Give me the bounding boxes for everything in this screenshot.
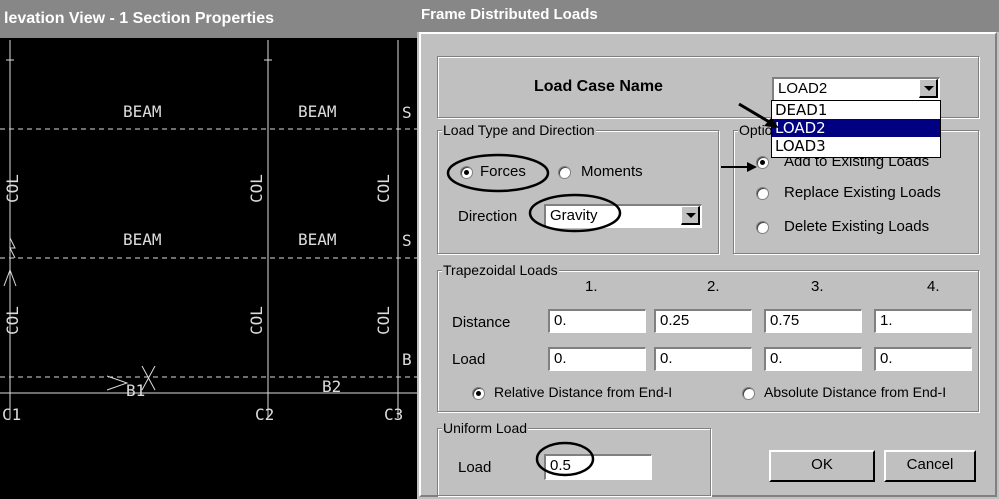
load-type-group: Load Type and Direction Forces Moments D… <box>437 122 719 254</box>
trapezoidal-loads-title: Trapezoidal Loads <box>442 262 559 278</box>
load-field-1[interactable]: 0. <box>548 347 646 371</box>
load-field-3[interactable]: 0. <box>764 347 862 371</box>
distance-field-2[interactable]: 0.25 <box>654 309 752 333</box>
direction-value: Gravity <box>550 207 598 224</box>
absolute-distance-radio[interactable] <box>742 387 755 400</box>
elevation-view-title: levation View - 1 Section Properties <box>0 0 417 38</box>
replace-existing-label[interactable]: Replace Existing Loads <box>784 184 941 201</box>
beam-label: BEAM <box>298 102 337 121</box>
uniform-load-label: Load <box>458 459 492 476</box>
col-label: COL <box>3 174 22 203</box>
dropdown-option-load2[interactable]: LOAD2 <box>772 119 940 137</box>
col-label: COL <box>247 306 266 335</box>
forces-label[interactable]: Forces <box>480 163 526 180</box>
load-case-label: Load Case Name <box>534 78 663 95</box>
load-type-title: Load Type and Direction <box>442 122 596 138</box>
load-case-dropdown-button[interactable] <box>919 79 938 98</box>
beam-label: BEAM <box>123 102 162 121</box>
trapezoidal-loads-group: Trapezoidal Loads 1. 2. 3. 4. Distance 0… <box>437 262 979 412</box>
load-case-combo[interactable]: LOAD2 <box>772 77 940 101</box>
uniform-load-title: Uniform Load <box>442 420 529 436</box>
distance-field-3[interactable]: 0.75 <box>764 309 862 333</box>
uniform-load-group: Uniform Load Load 0.5 <box>437 420 711 496</box>
elevation-canvas[interactable]: BEAM BEAM BEAM BEAM S S B COL COL COL CO… <box>0 38 417 499</box>
add-to-existing-radio[interactable] <box>756 156 769 169</box>
forces-radio[interactable] <box>460 166 473 179</box>
beam-label: BEAM <box>298 230 337 249</box>
uniform-load-field[interactable]: 0.5 <box>544 454 652 480</box>
relative-distance-label[interactable]: Relative Distance from End-I <box>494 384 672 400</box>
dialog-title: Frame Distributed Loads <box>417 0 999 32</box>
direction-dropdown-button[interactable] <box>681 206 700 225</box>
column-id-label: C3 <box>384 405 403 424</box>
frame-label: B2 <box>322 377 341 396</box>
col-label: COL <box>374 306 393 335</box>
load-case-dropdown-list[interactable]: DEAD1 LOAD2 LOAD3 <box>771 100 941 158</box>
column-id-label: C2 <box>255 405 274 424</box>
column-header: 4. <box>927 278 940 295</box>
col-label: COL <box>247 174 266 203</box>
direction-combo[interactable]: Gravity <box>544 204 702 228</box>
col-label: COL <box>374 174 393 203</box>
beam-label: BEAM <box>123 230 162 249</box>
distance-field-1[interactable]: 0. <box>548 309 646 333</box>
replace-existing-radio[interactable] <box>756 187 769 200</box>
dropdown-option-load3[interactable]: LOAD3 <box>772 137 940 155</box>
moments-label[interactable]: Moments <box>581 163 643 180</box>
local-axis-arrow-right <box>106 375 129 391</box>
edge-fragment: B <box>402 350 412 369</box>
load-field-2[interactable]: 0. <box>654 347 752 371</box>
delete-existing-radio[interactable] <box>756 221 769 234</box>
direction-label: Direction <box>458 208 518 225</box>
relative-distance-radio[interactable] <box>472 387 485 400</box>
delete-existing-label[interactable]: Delete Existing Loads <box>784 218 929 235</box>
edge-fragment: S <box>402 103 412 122</box>
local-axis-arrow-z <box>9 237 16 259</box>
edge-fragment: S <box>402 231 412 250</box>
cancel-button[interactable]: Cancel <box>884 450 976 482</box>
frame-distributed-loads-dialog: Frame Distributed Loads Load Case Name L… <box>417 0 999 499</box>
frame-label: B1 <box>126 381 145 400</box>
column-header: 3. <box>811 278 824 295</box>
load-row-label: Load <box>452 351 486 368</box>
elevation-view-window: levation View - 1 Section Properties BEA… <box>0 0 417 499</box>
ok-button[interactable]: OK <box>769 450 875 482</box>
absolute-distance-label[interactable]: Absolute Distance from End-I <box>764 384 946 400</box>
distance-label: Distance <box>452 314 511 331</box>
load-field-4[interactable]: 0. <box>874 347 972 371</box>
distance-field-4[interactable]: 1. <box>874 309 972 333</box>
col-label: COL <box>3 306 22 335</box>
moments-radio[interactable] <box>558 166 571 179</box>
load-case-value: LOAD2 <box>778 80 828 97</box>
dialog-body: Load Case Name LOAD2 Load Type and Direc… <box>419 32 997 497</box>
column-header: 2. <box>707 278 720 295</box>
dropdown-option-dead1[interactable]: DEAD1 <box>772 101 940 119</box>
column-id-label: C1 <box>2 405 21 424</box>
column-header: 1. <box>585 278 598 295</box>
